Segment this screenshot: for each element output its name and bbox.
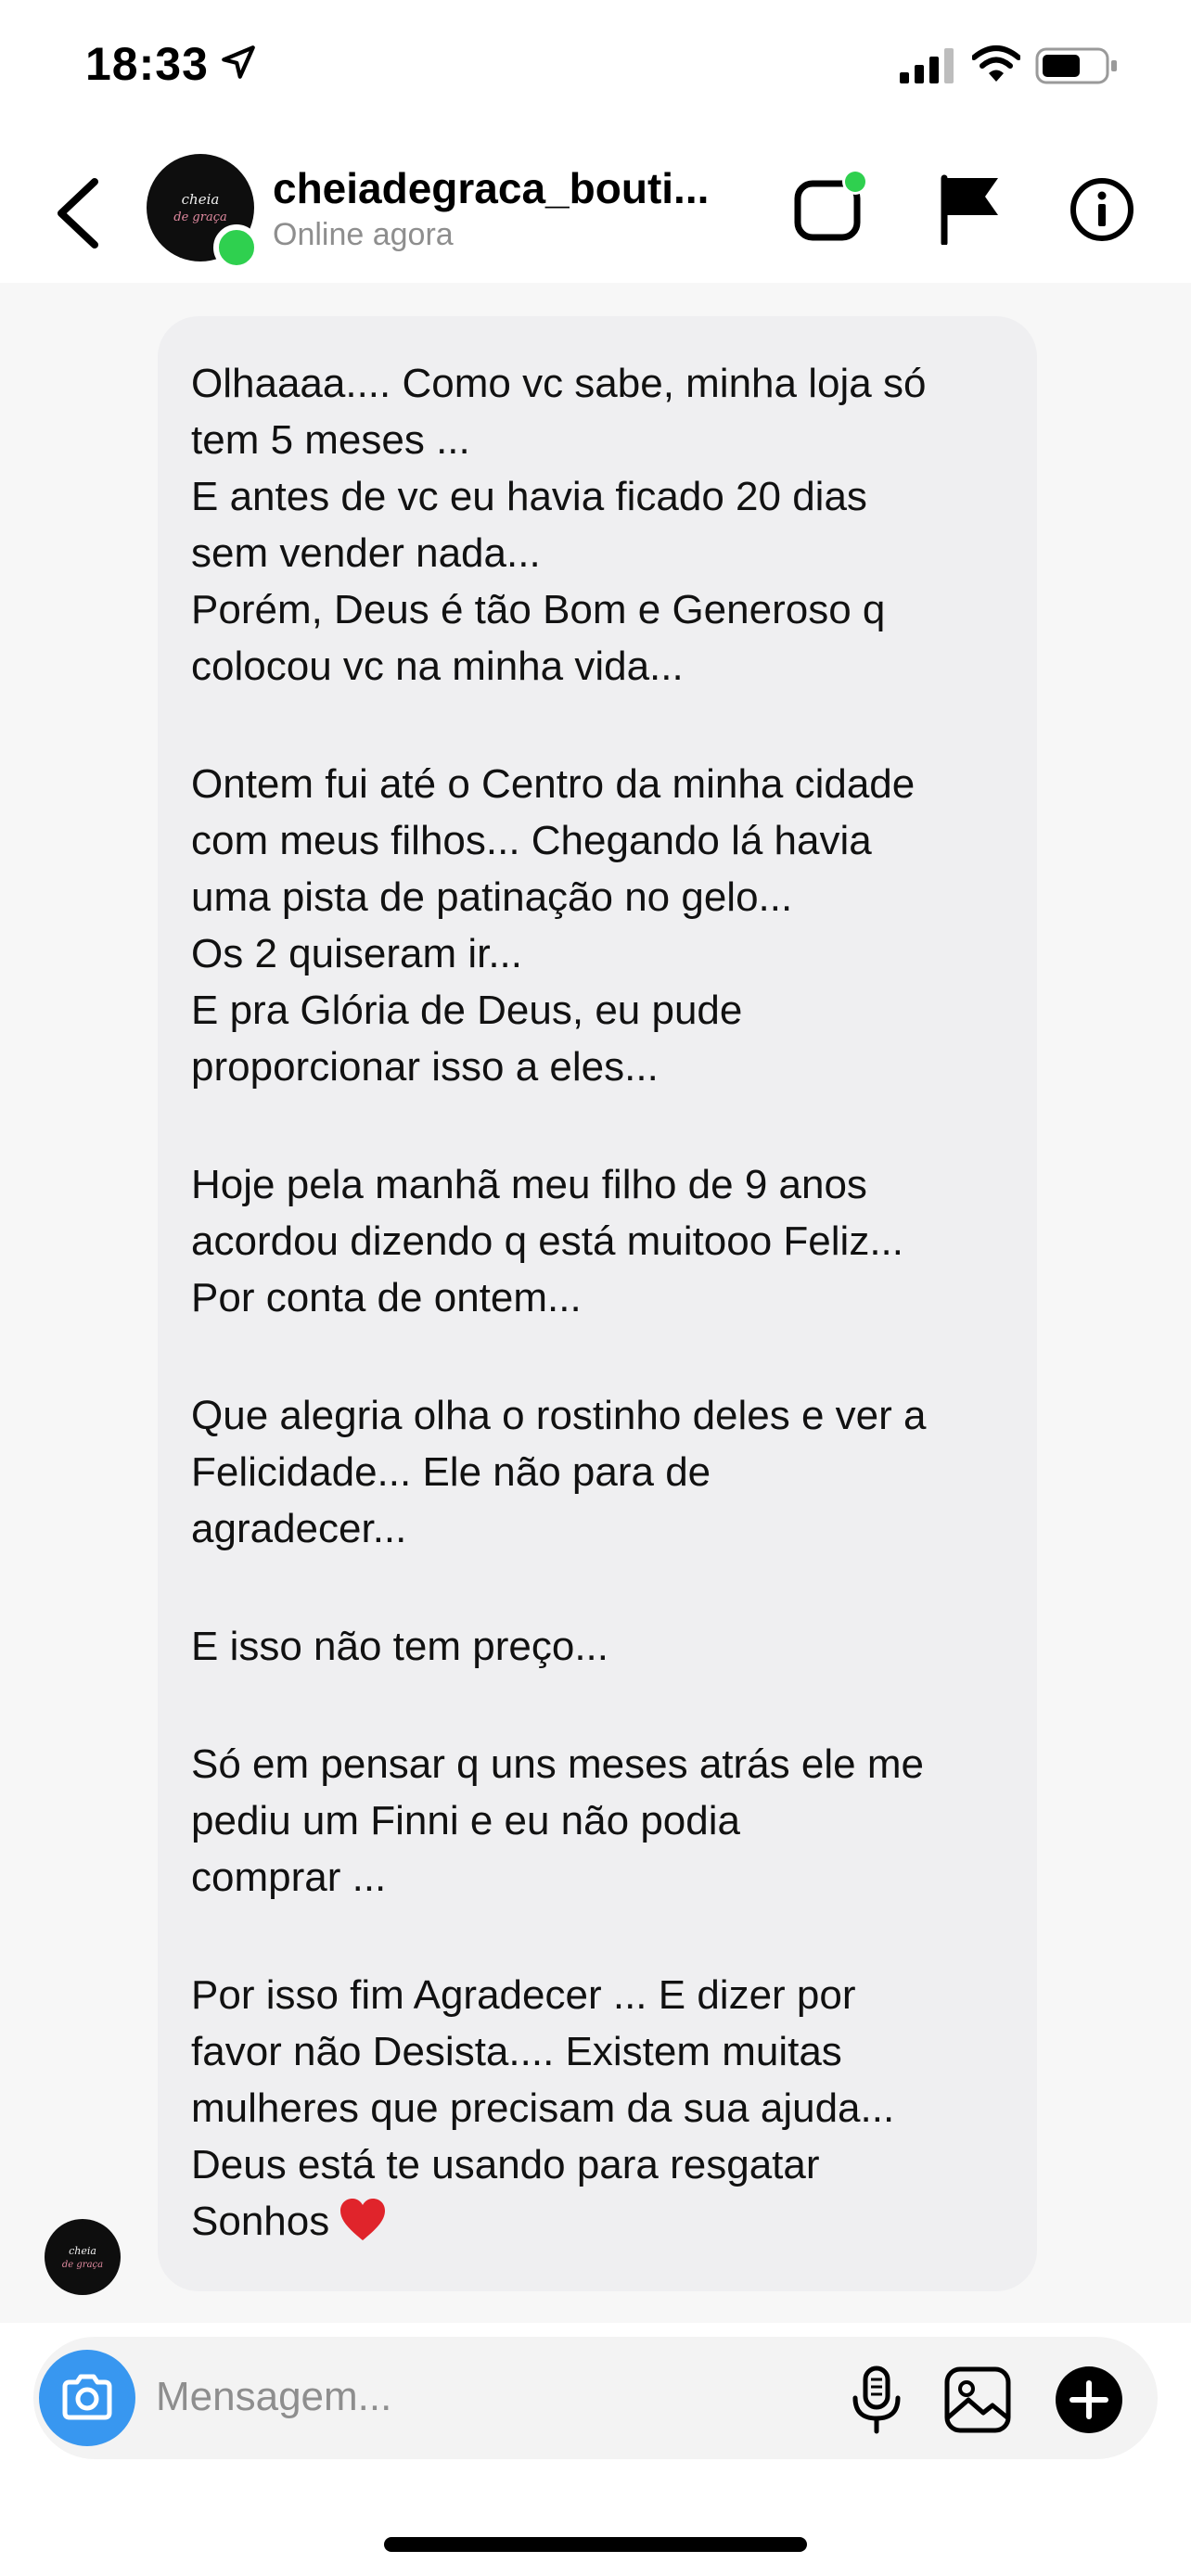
- microphone-icon[interactable]: [846, 2365, 907, 2435]
- chat-username[interactable]: cheiadegraca_bouti...: [273, 163, 709, 213]
- message-input[interactable]: Mensagem...: [156, 2374, 391, 2420]
- back-chevron-icon[interactable]: [50, 176, 106, 250]
- svg-text:cheia: cheia: [69, 2245, 96, 2257]
- message-paragraph: Ontem fui até o Centro da minha cidade c…: [191, 761, 916, 1090]
- message-thread[interactable]: Olhaaaa.... Como vc sabe, minha loja só …: [0, 283, 1191, 2323]
- home-indicator[interactable]: [384, 2537, 807, 2552]
- online-indicator: [213, 224, 260, 271]
- wifi-icon: [972, 45, 1020, 82]
- cellular-signal-icon: [900, 48, 954, 83]
- message-composer: Mensagem...: [33, 2337, 1158, 2459]
- online-status: Online agora: [273, 217, 454, 252]
- message-paragraph-text: Por isso fim Agradecer ... E dizer por f…: [191, 1972, 895, 2244]
- flag-icon[interactable]: [937, 172, 1004, 245]
- svg-text:cheia: cheia: [182, 191, 220, 208]
- gallery-icon[interactable]: [942, 2365, 1013, 2435]
- status-bar: 18:33: [0, 0, 1191, 130]
- video-call-icon[interactable]: [794, 167, 872, 245]
- message-paragraph: Olhaaaa.... Como vc sabe, minha loja só …: [191, 361, 927, 689]
- message-bubble[interactable]: Olhaaaa.... Como vc sabe, minha loja só …: [158, 316, 1037, 2291]
- message-paragraph: Só em pensar q uns meses atrás ele me pe…: [191, 1741, 924, 1900]
- boutique-logo: cheia de graça: [62, 2245, 103, 2270]
- svg-text:de graça: de graça: [173, 210, 226, 224]
- heart-emoji-icon: [340, 2199, 386, 2240]
- info-icon[interactable]: [1069, 176, 1135, 243]
- chat-header: cheia de graça cheiadegraca_bouti... Onl…: [0, 139, 1191, 278]
- message-last-paragraph: Por isso fim Agradecer ... E dizer por f…: [191, 1967, 1004, 2250]
- message-paragraph: E isso não tem preço...: [191, 1624, 608, 1669]
- svg-text:de graça: de graça: [62, 2260, 103, 2270]
- camera-button[interactable]: [39, 2350, 135, 2446]
- message-paragraph: Que alegria olha o rostinho deles e ver …: [191, 1393, 927, 1551]
- location-arrow-icon: [222, 45, 255, 79]
- battery-icon: [1035, 47, 1117, 84]
- message-paragraph: Hoje pela manhã meu filho de 9 anos acor…: [191, 1162, 904, 1320]
- status-time: 18:33: [85, 38, 209, 90]
- plus-icon[interactable]: [1054, 2365, 1124, 2435]
- sender-avatar[interactable]: cheia de graça: [45, 2219, 121, 2295]
- camera-icon: [62, 2374, 112, 2420]
